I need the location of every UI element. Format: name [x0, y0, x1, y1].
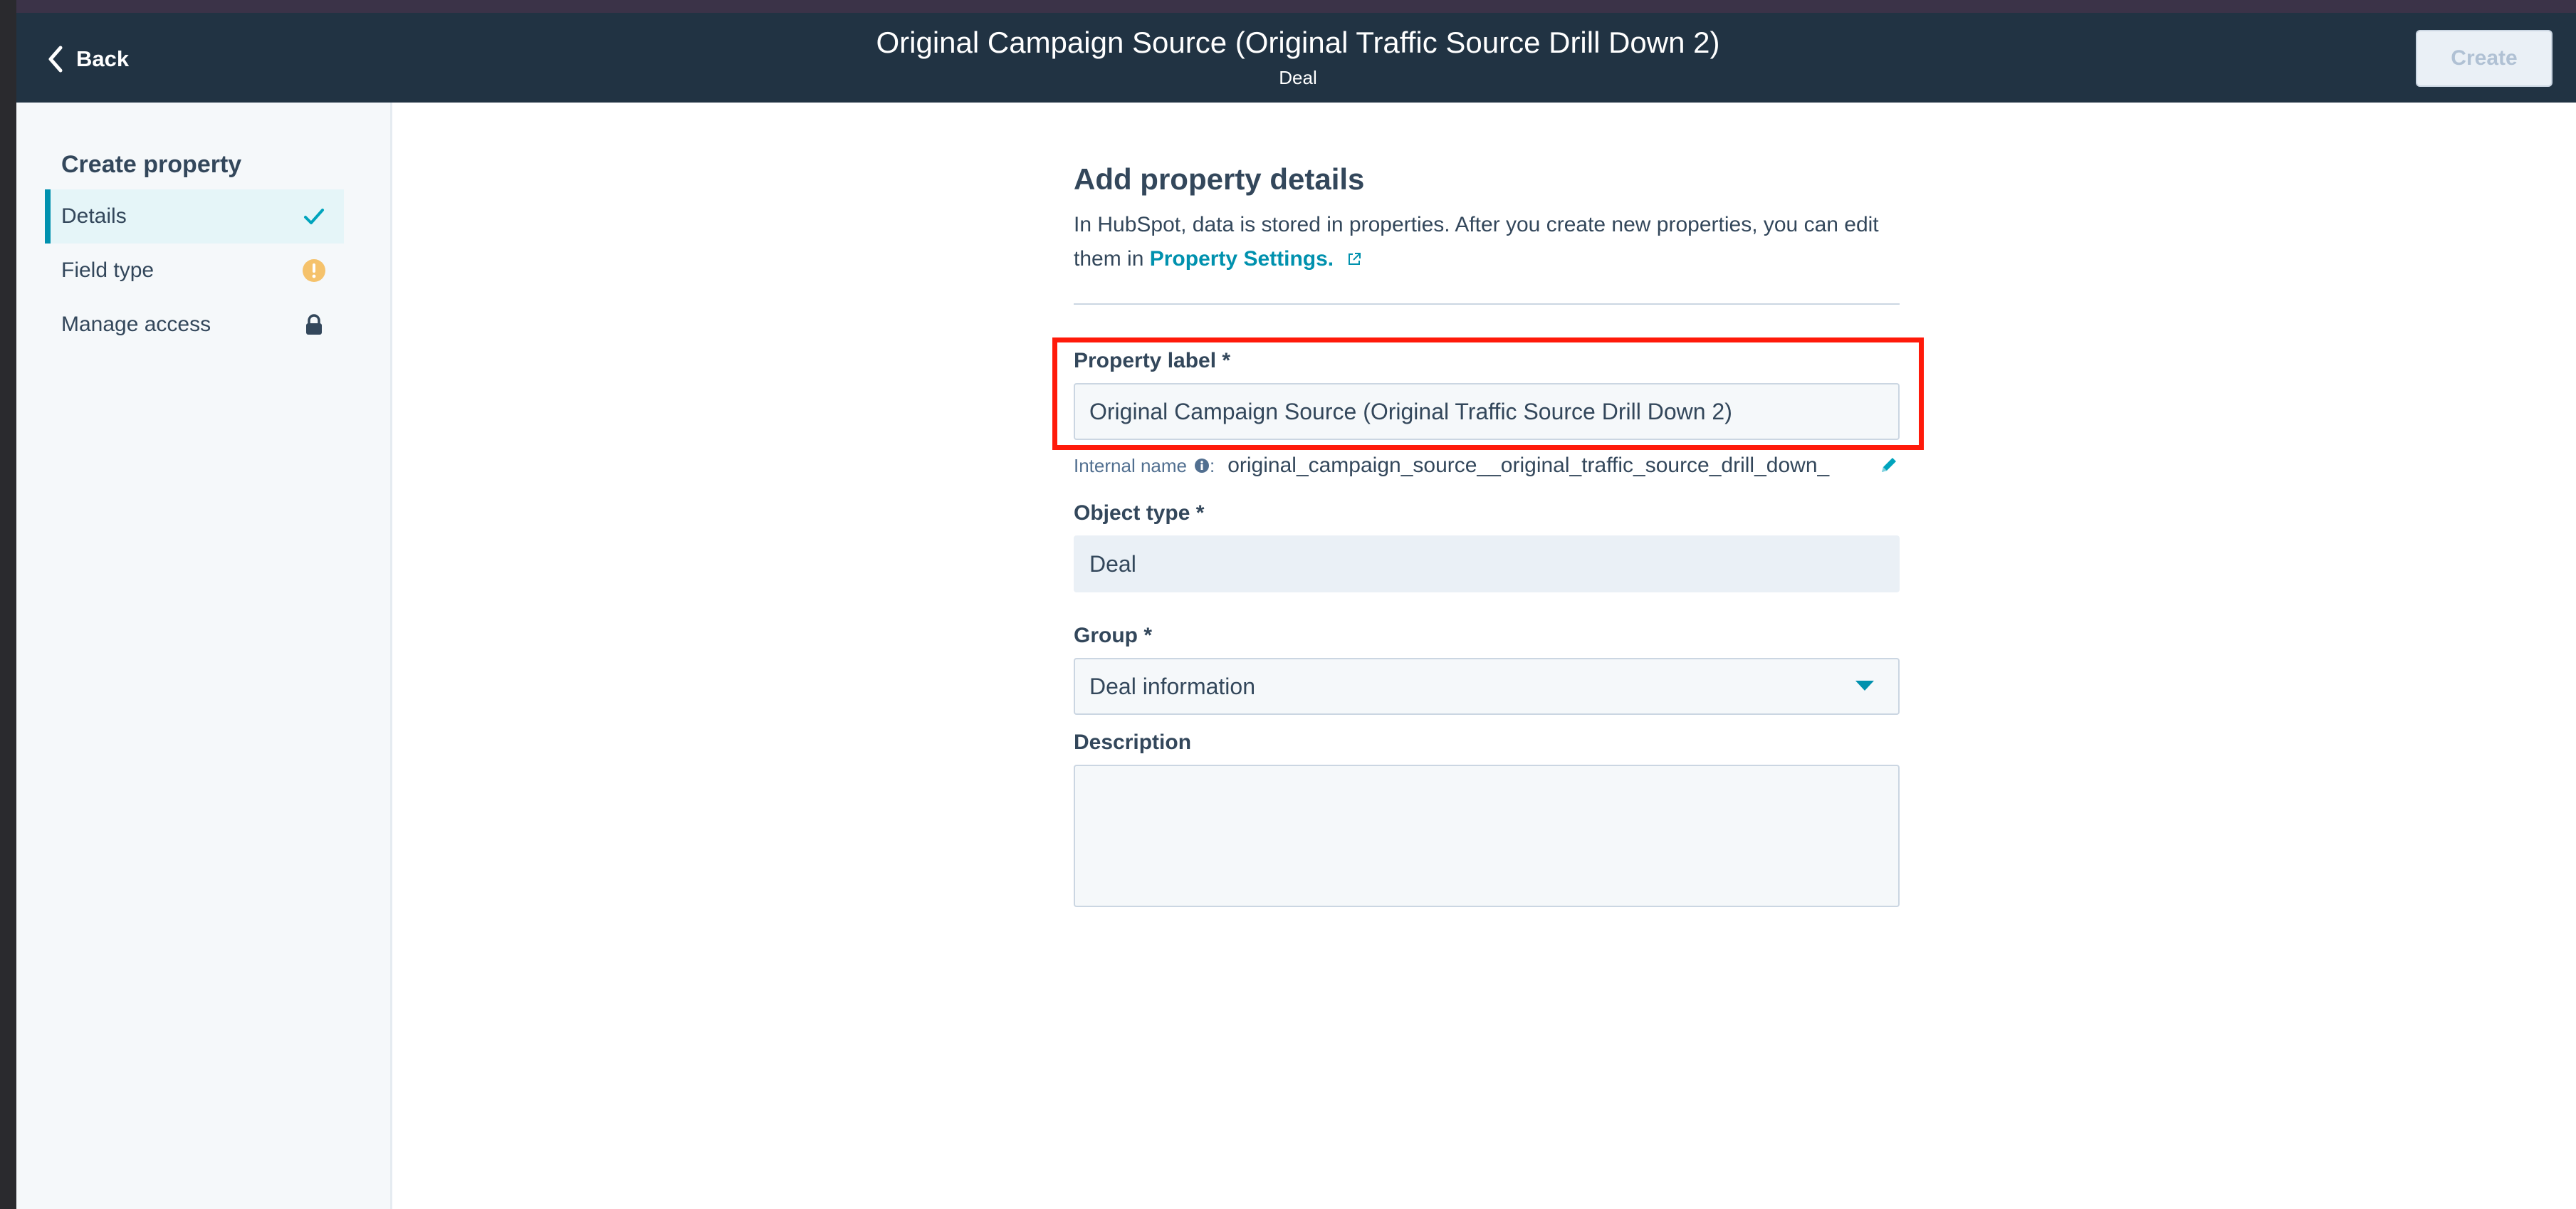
chevron-left-icon	[48, 46, 63, 73]
sidebar-item-label: Field type	[61, 258, 155, 282]
description-label: Description	[1074, 731, 1192, 754]
section-heading: Add property details	[1074, 162, 1365, 196]
property-settings-link[interactable]: Property Settings.	[1150, 247, 1334, 271]
lock-icon	[301, 312, 327, 337]
internal-name-label: Internal name	[1074, 454, 1187, 476]
sidebar: Create property Details Field type Manag…	[16, 103, 392, 1209]
page-title-block: Original Campaign Source (Original Traff…	[444, 23, 2152, 90]
external-link-icon[interactable]	[1346, 251, 1362, 267]
divider	[1074, 303, 1900, 305]
description-textarea[interactable]	[1074, 765, 1900, 907]
group-label: Group *	[1074, 624, 1152, 647]
internal-name-row: Internal name : original_campaign_source…	[1074, 451, 1900, 480]
sidebar-item-label: Manage access	[61, 313, 211, 336]
sidebar-item-manage-access[interactable]: Manage access	[45, 298, 344, 352]
warning-icon	[301, 258, 327, 283]
sidebar-item-field-type[interactable]: Field type	[45, 244, 344, 298]
sidebar-item-details[interactable]: Details	[45, 189, 344, 244]
sidebar-item-label: Details	[61, 204, 127, 228]
highlight-box	[1052, 337, 1924, 450]
internal-name-colon: :	[1209, 454, 1215, 476]
back-label: Back	[76, 46, 130, 71]
internal-name-value: original_campaign_source__original_traff…	[1227, 454, 1830, 477]
page-subtitle: Deal	[1279, 67, 1317, 88]
object-type-label: Object type *	[1074, 501, 1205, 525]
caret-down-icon	[1855, 681, 1874, 691]
sidebar-heading: Create property	[61, 151, 242, 178]
info-icon[interactable]	[1194, 458, 1210, 473]
app-window: Back Original Campaign Source (Original …	[16, 0, 2576, 1209]
object-type-field: Deal	[1074, 535, 1900, 592]
back-button[interactable]: Back	[46, 41, 129, 77]
group-select-value: Deal information	[1089, 673, 1255, 699]
check-icon	[301, 204, 327, 229]
desktop-background	[0, 0, 16, 1209]
pencil-icon[interactable]	[1878, 454, 1900, 476]
page-title: Original Campaign Source (Original Traff…	[876, 26, 1720, 59]
create-button[interactable]: Create	[2416, 30, 2553, 87]
intro-text: In HubSpot, data is stored in properties…	[1074, 208, 1900, 276]
header-bar: Back Original Campaign Source (Original …	[16, 13, 2576, 103]
group-select[interactable]: Deal information	[1074, 658, 1900, 715]
top-accent-bar	[16, 0, 2576, 13]
